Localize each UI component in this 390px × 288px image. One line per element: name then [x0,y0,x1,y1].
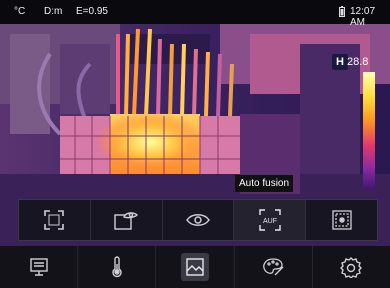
svg-text:AUF: AUF [263,218,277,225]
scale-max-value: 28.8 [347,56,369,68]
battery-icon [339,6,345,17]
picture-in-picture-button[interactable] [91,200,163,240]
fullscreen-icon [43,209,65,231]
image-icon [181,253,209,281]
system-settings-button[interactable] [313,246,390,288]
status-bar: °C D:m E=0.95 12:07 AM [0,0,390,28]
thermometer-icon [103,253,131,281]
temperature-settings-button[interactable] [78,246,157,288]
bottom-menu-bar [0,246,390,288]
temperature-unit: °C [14,6,26,17]
auto-fusion-button[interactable]: AUF [234,200,307,240]
visible-image-button[interactable] [163,200,235,240]
monitor-icon [25,253,53,281]
emissivity-readout: E=0.95 [76,6,108,17]
palette-icon [259,253,287,281]
pip-eye-icon [113,209,139,231]
auf-icon: AUF [258,208,282,232]
full-screen-button[interactable] [19,200,91,240]
eye-icon [185,212,211,228]
thermal-camera-screen: °C D:m E=0.95 12:07 AM H 28.8 Auto fusio… [0,0,390,288]
display-settings-button[interactable] [0,246,79,288]
palette-button[interactable] [235,246,313,288]
color-scale-bar [363,72,375,190]
fusion-mode-toolbar: AUF [18,199,378,241]
blend-icon [331,209,353,231]
clock: 12:07 AM [350,6,376,28]
fusion-mode-tooltip: Auto fusion [235,175,294,192]
gear-icon [337,253,365,281]
distance-readout: D:m [44,6,63,17]
blend-mode-button[interactable] [306,200,377,240]
image-mode-button[interactable] [156,246,235,288]
